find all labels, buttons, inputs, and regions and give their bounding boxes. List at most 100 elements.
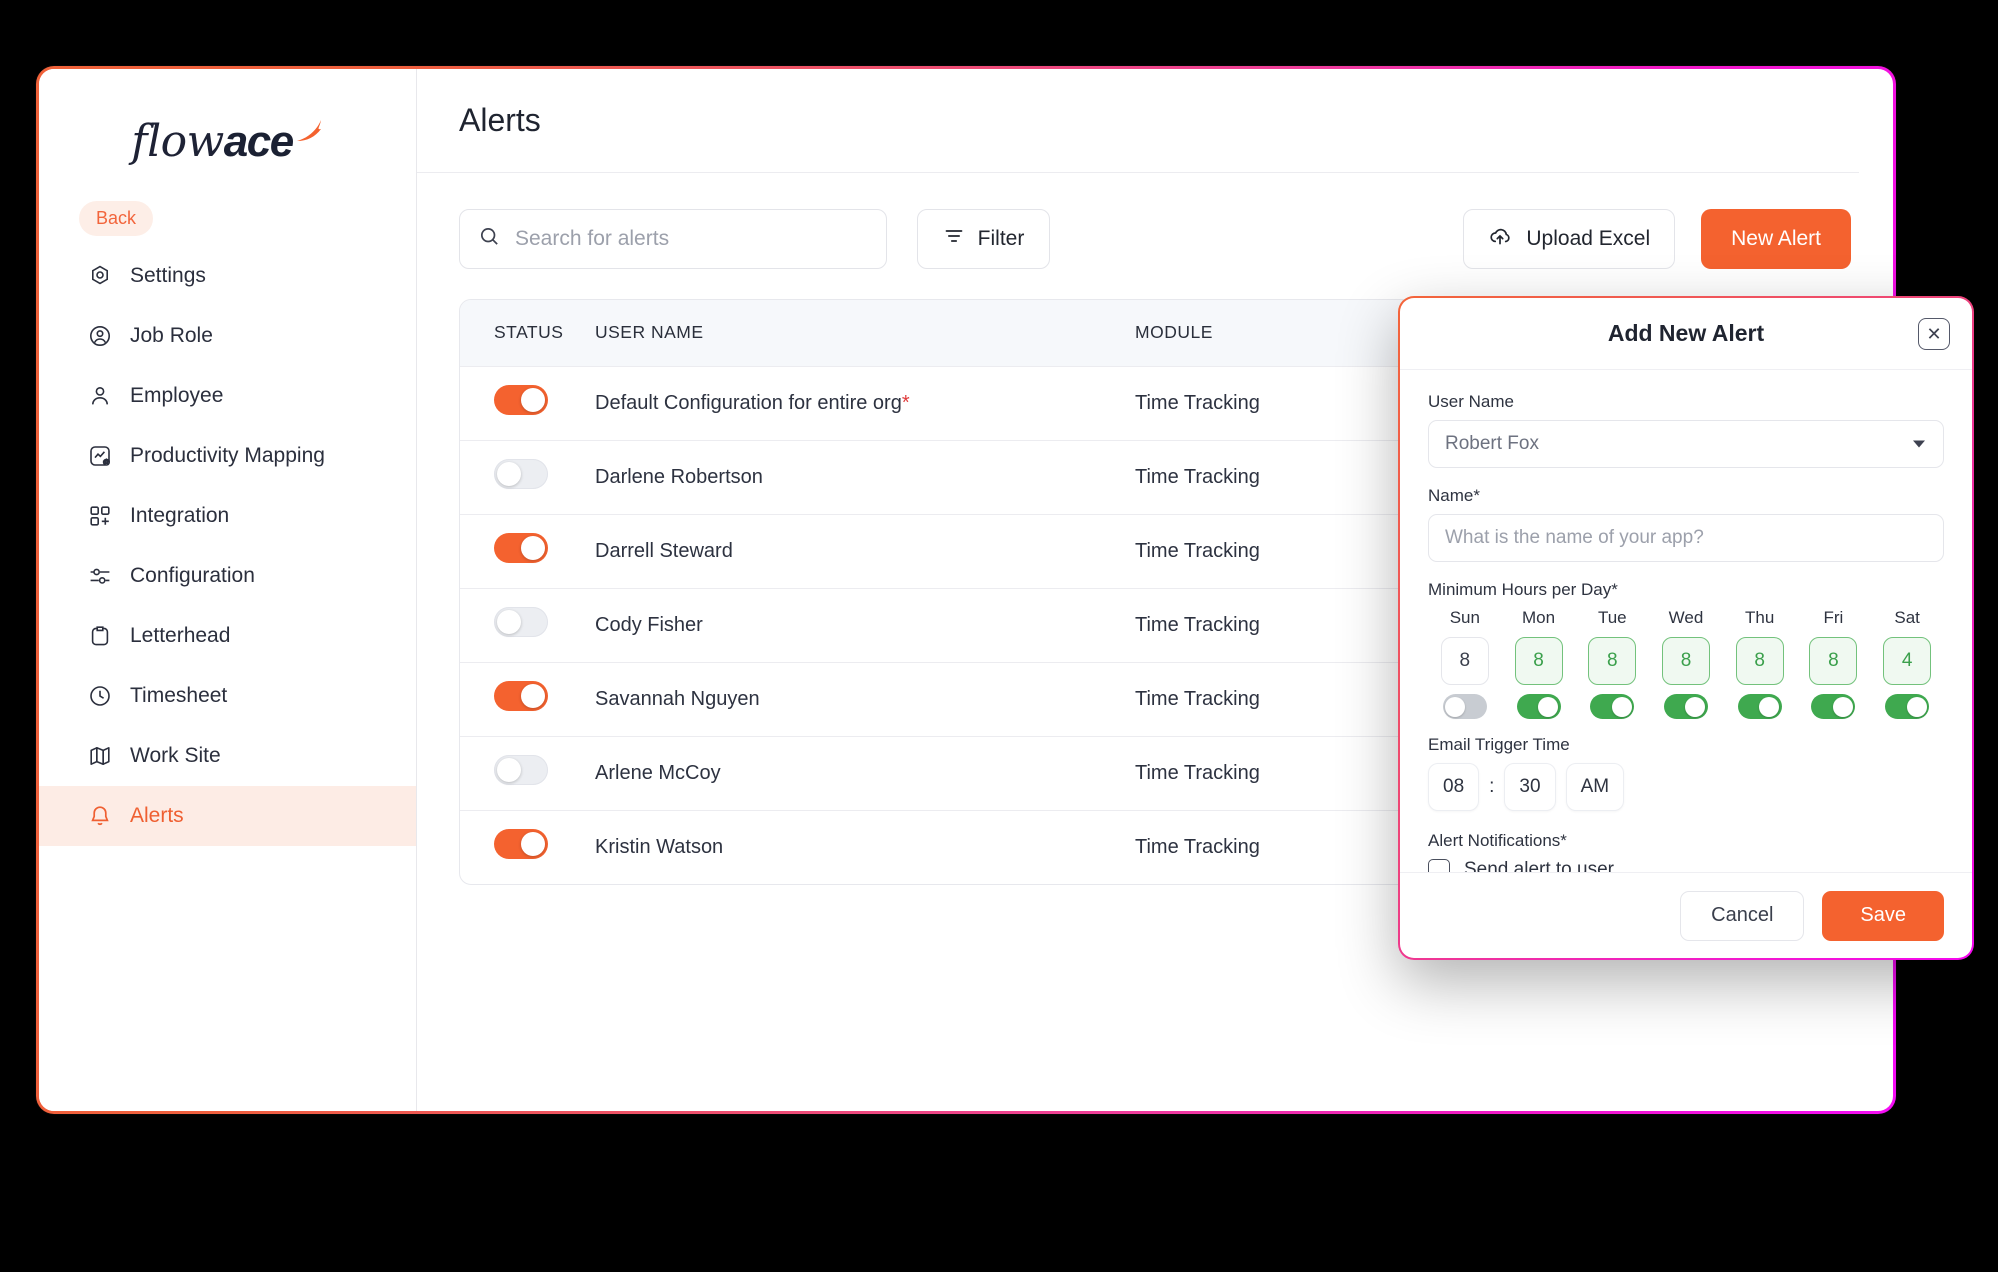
day-hours-input[interactable]: 8 — [1661, 637, 1710, 685]
row-user-name: Default Configuration for entire org* — [595, 366, 1135, 440]
toolbar-actions: Upload Excel New Alert — [1463, 209, 1851, 269]
search-input[interactable] — [515, 227, 868, 251]
chart-square-icon — [87, 443, 113, 469]
day-hours-input[interactable]: 8 — [1440, 637, 1489, 685]
row-module: Time Tracking — [1135, 613, 1260, 636]
row-status-cell — [460, 514, 595, 588]
row-user-name: Arlene McCoy — [595, 736, 1135, 810]
filter-label: Filter — [977, 227, 1025, 250]
time-separator: : — [1489, 776, 1495, 797]
sidebar-item-integration[interactable]: Integration — [39, 486, 416, 546]
required-asterisk: * — [901, 391, 910, 414]
day-enable-toggle[interactable] — [1663, 694, 1708, 719]
cancel-button[interactable]: Cancel — [1680, 890, 1805, 941]
time-hour-input[interactable]: 08 — [1428, 763, 1480, 811]
person-icon — [87, 383, 113, 409]
close-icon[interactable]: ✕ — [1918, 318, 1950, 350]
status-toggle[interactable] — [494, 681, 548, 711]
row-module: Time Tracking — [1135, 761, 1260, 784]
new-alert-button[interactable]: New Alert — [1701, 209, 1851, 269]
day-hours-input[interactable]: 4 — [1883, 637, 1932, 685]
logo-text-flow: flow — [131, 116, 224, 167]
sidebar-item-letterhead[interactable]: Letterhead — [39, 606, 416, 666]
sidebar-item-timesheet[interactable]: Timesheet — [39, 666, 416, 726]
user-name-text: Savannah Nguyen — [595, 687, 760, 710]
time-minute-input[interactable]: 30 — [1504, 763, 1556, 811]
sidebar-item-work-site[interactable]: Work Site — [39, 726, 416, 786]
day-enable-toggle[interactable] — [1737, 694, 1782, 719]
min-hours-label: Minimum Hours per Day* — [1428, 580, 1618, 599]
row-module: Time Tracking — [1135, 687, 1260, 710]
day-hours-input[interactable]: 8 — [1809, 637, 1858, 685]
row-module: Time Tracking — [1135, 539, 1260, 562]
status-toggle[interactable] — [494, 829, 548, 860]
day-enable-toggle[interactable] — [1590, 694, 1635, 719]
day-label: Tue — [1597, 608, 1627, 627]
day-enable-toggle[interactable] — [1442, 694, 1487, 719]
search-field[interactable] — [459, 209, 887, 269]
status-toggle[interactable] — [494, 607, 548, 637]
clock-icon — [87, 683, 113, 709]
filter-icon — [943, 225, 965, 253]
day-enable-toggle[interactable] — [1885, 694, 1930, 719]
row-user-name: Kristin Watson — [595, 810, 1135, 884]
search-icon — [478, 225, 501, 253]
cloud-upload-icon — [1488, 224, 1512, 254]
sidebar-item-label: Settings — [130, 264, 206, 287]
chevron-down-icon — [1913, 440, 1925, 448]
status-toggle[interactable] — [494, 755, 548, 785]
row-module: Time Tracking — [1135, 465, 1260, 488]
save-button[interactable]: Save — [1822, 890, 1944, 941]
toolbar: Filter Upload Excel New Alert — [417, 173, 1893, 269]
row-status-cell — [460, 736, 595, 810]
user-name-text: Default Configuration for entire org — [595, 391, 902, 414]
sidebar-item-productivity-mapping[interactable]: Productivity Mapping — [39, 426, 416, 486]
day-enable-toggle[interactable] — [1516, 694, 1561, 719]
checkbox-icon[interactable] — [1428, 859, 1450, 872]
user-name-text: Kristin Watson — [595, 835, 724, 858]
sidebar-item-label: Job Role — [130, 324, 213, 347]
modal-body: User Name Robert Fox Name* What is the n… — [1400, 370, 1972, 872]
alert-notifications-label: Alert Notifications* — [1428, 831, 1567, 850]
day-label: Sat — [1894, 608, 1920, 627]
sidebar-item-label: Letterhead — [130, 624, 231, 647]
sidebar-item-alerts[interactable]: Alerts — [39, 786, 416, 846]
modal-header: Add New Alert ✕ — [1400, 298, 1972, 370]
status-toggle[interactable] — [494, 385, 548, 415]
notification-option[interactable]: Send alert to user — [1428, 859, 1944, 872]
status-toggle[interactable] — [494, 533, 548, 563]
upload-excel-button[interactable]: Upload Excel — [1463, 209, 1676, 269]
notification-label: Send alert to user — [1464, 859, 1614, 872]
email-trigger-label: Email Trigger Time — [1428, 735, 1570, 754]
status-toggle[interactable] — [494, 459, 548, 489]
time-meridiem-toggle[interactable]: AM — [1565, 763, 1625, 811]
day-hours-input[interactable]: 8 — [1514, 637, 1563, 685]
logo-swoosh-icon — [294, 107, 324, 141]
day-enable-toggle[interactable] — [1811, 694, 1856, 719]
row-user-name: Cody Fisher — [595, 588, 1135, 662]
sliders-icon — [87, 563, 113, 589]
username-select[interactable]: Robert Fox — [1428, 420, 1944, 468]
name-field[interactable]: What is the name of your app? — [1428, 514, 1944, 562]
name-placeholder: What is the name of your app? — [1445, 527, 1704, 548]
back-row: Back — [39, 187, 416, 246]
logo-text-ace: ace — [223, 117, 294, 166]
sidebar-item-settings[interactable]: Settings — [39, 246, 416, 306]
username-value: Robert Fox — [1445, 433, 1539, 454]
sidebar-item-configuration[interactable]: Configuration — [39, 546, 416, 606]
day-hours-input[interactable]: 8 — [1588, 637, 1637, 685]
min-hours-day-grid: Sun 8 Mon 8 Tue 8 Wed 8 Thu 8 Fri 8 Sat 4 — [1428, 608, 1944, 719]
modal-title: Add New Alert — [1607, 320, 1765, 346]
page-title: Alerts — [459, 102, 541, 138]
day-label: Thu — [1745, 608, 1775, 627]
sidebar-item-label: Alerts — [130, 804, 184, 827]
sidebar-item-employee[interactable]: Employee — [39, 366, 416, 426]
back-button[interactable]: Back — [79, 201, 154, 236]
day-hours-input[interactable]: 8 — [1735, 637, 1784, 685]
filter-button[interactable]: Filter — [917, 209, 1050, 269]
column-header-user-name: USER NAME — [595, 322, 704, 343]
alert-notifications-list: Send alert to userSend alert to member’s… — [1428, 859, 1944, 872]
row-status-cell — [460, 662, 595, 736]
sidebar-item-job-role[interactable]: Job Role — [39, 306, 416, 366]
day-column: Sun 8 — [1428, 608, 1502, 719]
